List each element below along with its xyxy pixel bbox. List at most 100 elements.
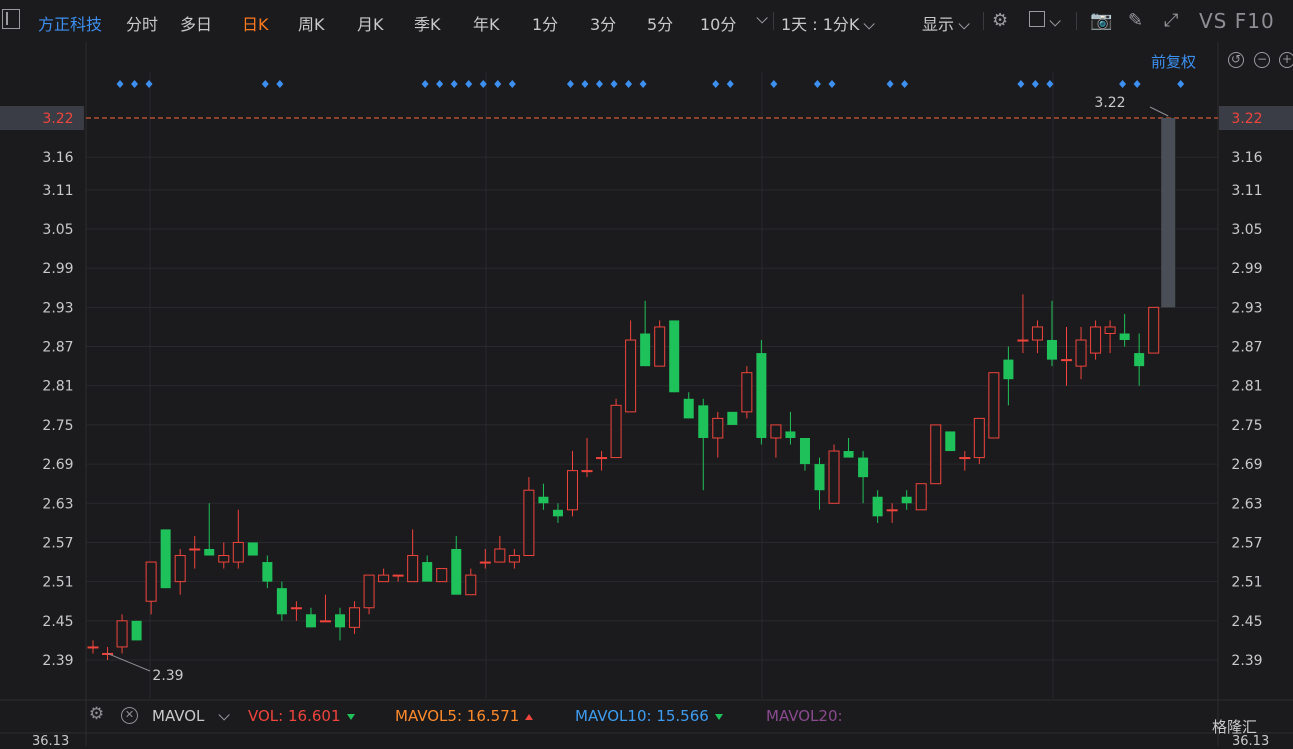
volume-close-icon[interactable]: ✕ xyxy=(121,707,138,724)
candle-body xyxy=(930,424,942,485)
event-marker-diamond xyxy=(494,80,502,88)
candle-body xyxy=(451,548,462,595)
candle xyxy=(566,451,578,517)
candle xyxy=(174,548,186,595)
candle-body xyxy=(1075,339,1087,367)
candle xyxy=(479,548,491,569)
candle-body xyxy=(596,457,608,460)
candle xyxy=(276,581,287,621)
candle xyxy=(1161,118,1176,308)
candle xyxy=(785,411,796,445)
event-marker-diamond xyxy=(595,80,603,88)
y-tick-label: 2.39 xyxy=(42,653,73,669)
candle xyxy=(945,431,956,452)
grid-lines xyxy=(0,42,1293,746)
y-tick-label: 2.87 xyxy=(1231,340,1262,356)
candle-body xyxy=(683,398,694,419)
y-axis-right: 3.22 3.16 3.11 3.05 2.99 2.93 2.87 2.81 2.75 2.69… xyxy=(1219,106,1293,669)
y-tick-label: 2.45 xyxy=(42,614,73,630)
candle xyxy=(712,411,724,458)
y-tick-label: 3.11 xyxy=(42,183,73,199)
candle xyxy=(160,529,171,589)
candle-body xyxy=(276,588,287,615)
candle xyxy=(756,340,767,445)
candle xyxy=(988,372,1000,439)
candle-body xyxy=(1061,359,1073,362)
mavol10-value: MAVOL10: 15.566 xyxy=(575,707,723,725)
low-price-annotation: 2.39 xyxy=(152,668,183,684)
candle xyxy=(814,457,825,510)
candle-body xyxy=(727,411,738,425)
y-tick-label: 2.93 xyxy=(42,300,73,316)
candle-body xyxy=(698,405,709,438)
event-markers xyxy=(116,80,1185,88)
candle-body xyxy=(349,607,361,628)
event-marker-diamond xyxy=(1119,80,1127,88)
mavol-indicator-select[interactable]: MAVOL xyxy=(152,707,231,725)
event-marker-diamond xyxy=(465,80,473,88)
candle-body xyxy=(915,483,927,511)
candle xyxy=(625,320,637,413)
mavol5-label: MAVOL5: xyxy=(395,707,463,725)
candle xyxy=(727,411,738,425)
candle xyxy=(131,620,142,641)
candle xyxy=(1119,313,1130,347)
y-tick-label: 3.05 xyxy=(42,222,73,238)
candle xyxy=(523,477,535,557)
candle xyxy=(116,614,128,654)
candle xyxy=(640,300,651,367)
candle xyxy=(363,574,375,615)
event-marker-diamond xyxy=(276,80,284,88)
candle-body xyxy=(770,424,782,439)
candle xyxy=(335,607,346,641)
candle xyxy=(145,561,157,615)
candle-body xyxy=(392,574,404,577)
candle-body xyxy=(189,548,201,551)
y-tick-label: 3.11 xyxy=(1231,183,1262,199)
candle xyxy=(392,574,404,582)
candle xyxy=(349,601,361,634)
event-marker-diamond xyxy=(566,80,574,88)
candle xyxy=(436,568,448,583)
limit-up-bar xyxy=(1161,118,1176,308)
candle xyxy=(596,451,608,471)
event-marker-diamond xyxy=(625,80,633,88)
candlestick-chart[interactable]: 3.22 3.16 3.11 3.05 2.99 2.93 2.87 2.81 2.75 2.69… xyxy=(0,0,1293,746)
candle xyxy=(1104,320,1116,354)
candle-body xyxy=(610,404,622,459)
event-marker-diamond xyxy=(813,80,821,88)
candle-body xyxy=(785,431,796,438)
candle xyxy=(1148,306,1160,354)
candle xyxy=(1031,320,1043,354)
mavol5-value: MAVOL5: 16.571 xyxy=(395,707,534,725)
candle-body xyxy=(363,574,375,609)
y-tick-label: 2.51 xyxy=(1231,575,1262,591)
mavol10-number: 15.566 xyxy=(656,707,709,725)
candle xyxy=(959,451,971,471)
mavol-label: MAVOL xyxy=(152,707,205,725)
mavol5-number: 16.571 xyxy=(466,707,520,725)
candle-body xyxy=(508,555,520,563)
event-marker-diamond xyxy=(145,80,153,88)
candle-body xyxy=(712,417,724,439)
candle xyxy=(1075,326,1087,380)
event-marker-diamond xyxy=(770,80,778,88)
event-marker-diamond xyxy=(421,80,429,88)
candle-body xyxy=(290,607,302,610)
candle-body xyxy=(160,529,171,589)
y-tick-label: 2.99 xyxy=(42,261,73,277)
candle xyxy=(232,509,244,569)
candle-body xyxy=(1119,333,1130,341)
candle-body xyxy=(436,568,448,583)
event-marker-diamond xyxy=(1177,80,1185,88)
y-tick-label: 3.05 xyxy=(1231,222,1262,238)
event-marker-diamond xyxy=(712,80,720,88)
volume-settings-gear-icon[interactable]: ⚙ xyxy=(88,706,105,724)
y-tick-label: 2.75 xyxy=(42,418,73,434)
y-tick-label: 2.81 xyxy=(1231,379,1262,395)
candle xyxy=(262,555,273,589)
candle xyxy=(204,503,215,556)
candle-body xyxy=(247,542,258,556)
candle-body xyxy=(552,509,563,517)
candle xyxy=(799,437,810,471)
